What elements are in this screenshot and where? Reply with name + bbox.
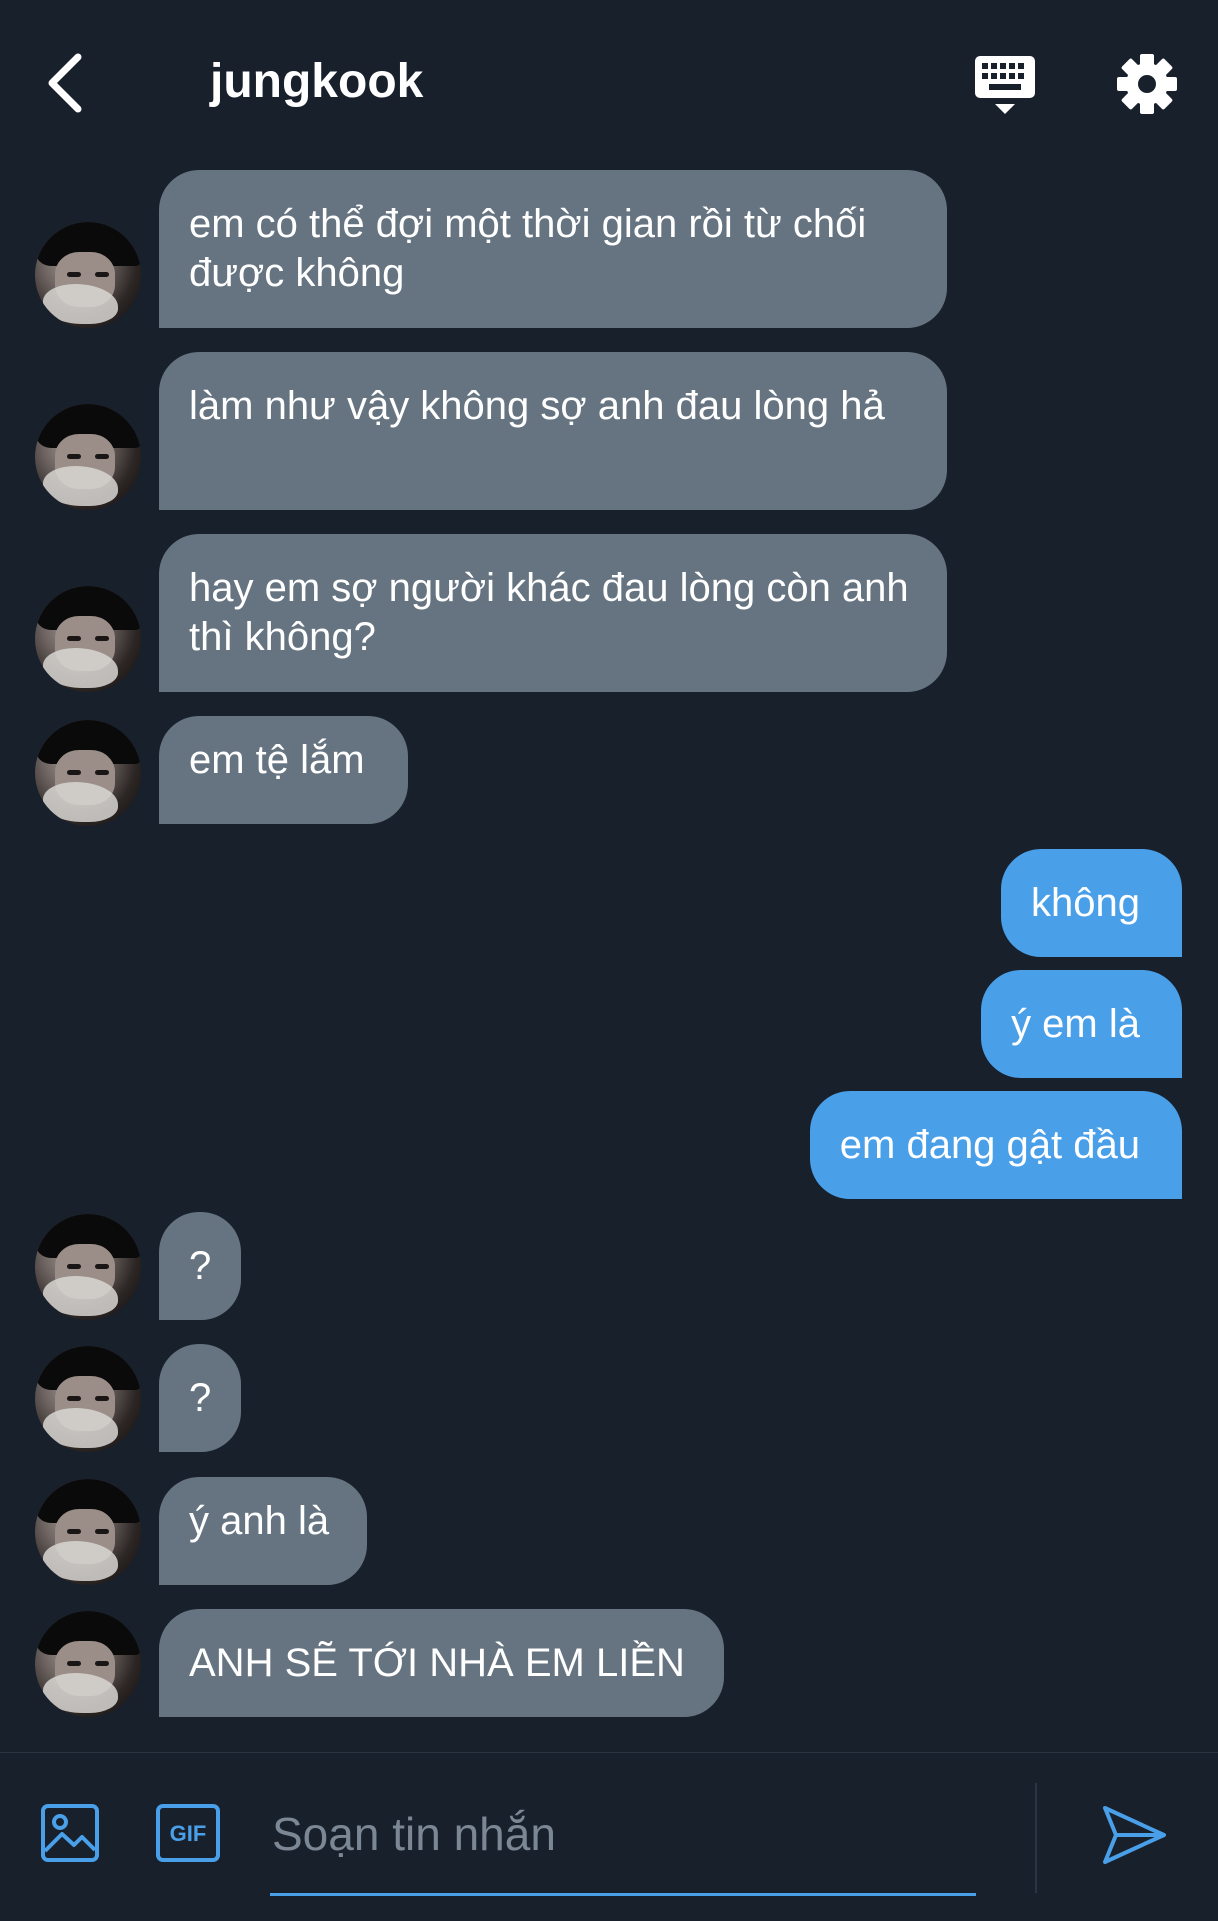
message-input-wrapper [270,1783,976,1896]
message-thread: em có thể đợi một thời gian rồi từ chối … [0,0,1218,1750]
incoming-message-bubble[interactable]: ý anh là [159,1477,367,1585]
avatar[interactable] [35,222,141,328]
message-input[interactable] [270,1793,974,1875]
avatar[interactable] [35,586,141,692]
dm-conversation-screen: em có thể đợi một thời gian rồi từ chối … [0,0,1218,1921]
avatar[interactable] [35,1346,141,1452]
incoming-message-bubble[interactable]: em tệ lắm [159,716,408,824]
conversation-header: jungkook [0,0,1218,160]
add-gif-button[interactable]: GIF [155,1803,221,1863]
settings-button[interactable] [1115,52,1179,116]
outgoing-message-bubble[interactable]: ý em là [981,970,1182,1078]
incoming-message-bubble[interactable]: làm như vậy không sợ anh đau lòng hả [159,352,947,510]
keyboard-shortcuts-button[interactable] [970,52,1040,122]
keyboard-icon [975,56,1035,114]
add-image-button[interactable] [40,1803,100,1863]
incoming-message-bubble[interactable]: ? [159,1344,241,1452]
avatar[interactable] [35,404,141,510]
send-icon [1103,1806,1166,1864]
avatar[interactable] [35,1479,141,1585]
conversation-title[interactable]: jungkook [210,52,423,112]
incoming-message-bubble[interactable]: ? [159,1212,241,1320]
avatar[interactable] [35,1611,141,1717]
avatar[interactable] [35,720,141,826]
compose-bar: GIF [0,1752,1218,1921]
avatar[interactable] [35,1214,141,1320]
compose-divider [1035,1783,1037,1893]
incoming-message-bubble[interactable]: hay em sợ người khác đau lòng còn anh th… [159,534,947,692]
send-button[interactable] [1100,1803,1170,1867]
incoming-message-bubble[interactable]: em có thể đợi một thời gian rồi từ chối … [159,170,947,328]
gif-icon: GIF [156,1804,220,1862]
outgoing-message-bubble[interactable]: không [1001,849,1182,957]
back-button[interactable] [40,48,90,118]
image-icon [41,1804,99,1862]
gear-icon [1117,54,1177,114]
gif-label: GIF [170,1821,207,1846]
chevron-left-icon [48,53,82,113]
incoming-message-bubble[interactable]: ANH SẼ TỚI NHÀ EM LIỀN [159,1609,724,1717]
outgoing-message-bubble[interactable]: em đang gật đầu [809,1091,1182,1199]
